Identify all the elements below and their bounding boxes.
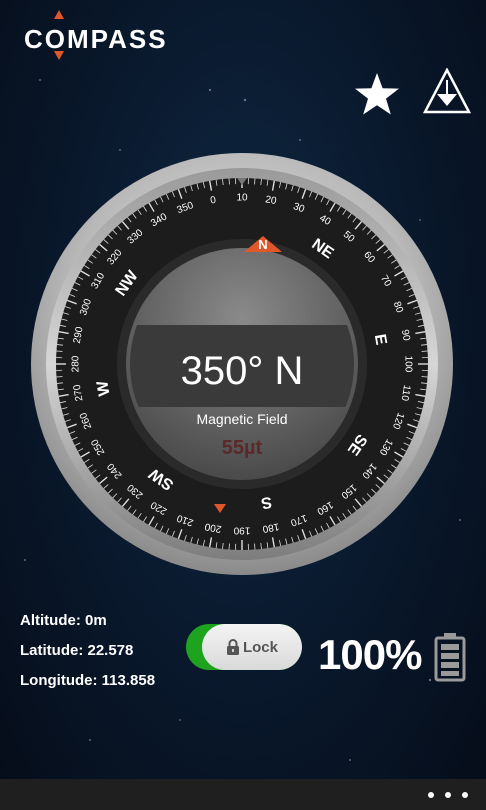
latitude-text: Latitude: 22.578	[20, 642, 134, 659]
longitude-text: Longitude: 113.858	[20, 672, 156, 689]
padlock-icon	[226, 639, 239, 655]
degree-label: 190	[233, 524, 250, 535]
ellipsis-dot-icon	[445, 792, 451, 798]
degree-label: 100	[402, 356, 413, 373]
lock-label: Lock	[242, 638, 278, 656]
ellipsis-dot-icon	[428, 792, 434, 798]
battery-icon	[434, 633, 466, 682]
heading-readout: 350° N	[181, 349, 304, 393]
compass-dial: 0 10 2030405060708090100110120130140150160…	[31, 153, 453, 575]
star-icon	[355, 73, 399, 115]
calibrate-button[interactable]	[422, 67, 472, 116]
degree-label: 10	[236, 193, 248, 204]
app-logo: COMPASS	[24, 10, 196, 60]
altitude-text: Altitude: 0m	[20, 612, 107, 629]
battery-percent: 100%	[318, 631, 422, 678]
more-options-button[interactable]	[428, 787, 468, 803]
logo-arrow-up-icon	[54, 10, 64, 19]
north-pointer-label: N	[258, 237, 267, 252]
app-bar	[0, 779, 486, 810]
ellipsis-dot-icon	[462, 792, 468, 798]
lock-toggle[interactable]: Lock	[186, 624, 302, 670]
degree-label: 280	[71, 355, 82, 372]
triangle-calibrate-icon	[422, 67, 472, 114]
logo-text: COMPASS	[24, 24, 168, 54]
favorite-button[interactable]	[353, 70, 401, 118]
magnetic-field-label: Magnetic Field	[196, 411, 287, 427]
lock-toggle-knob[interactable]: Lock	[202, 624, 302, 670]
magnetic-field-value: 55µt	[222, 437, 263, 459]
location-info: Altitude: 0m Latitude: 22.578 Longitude:…	[20, 606, 155, 696]
logo-arrow-down-icon	[54, 51, 64, 60]
